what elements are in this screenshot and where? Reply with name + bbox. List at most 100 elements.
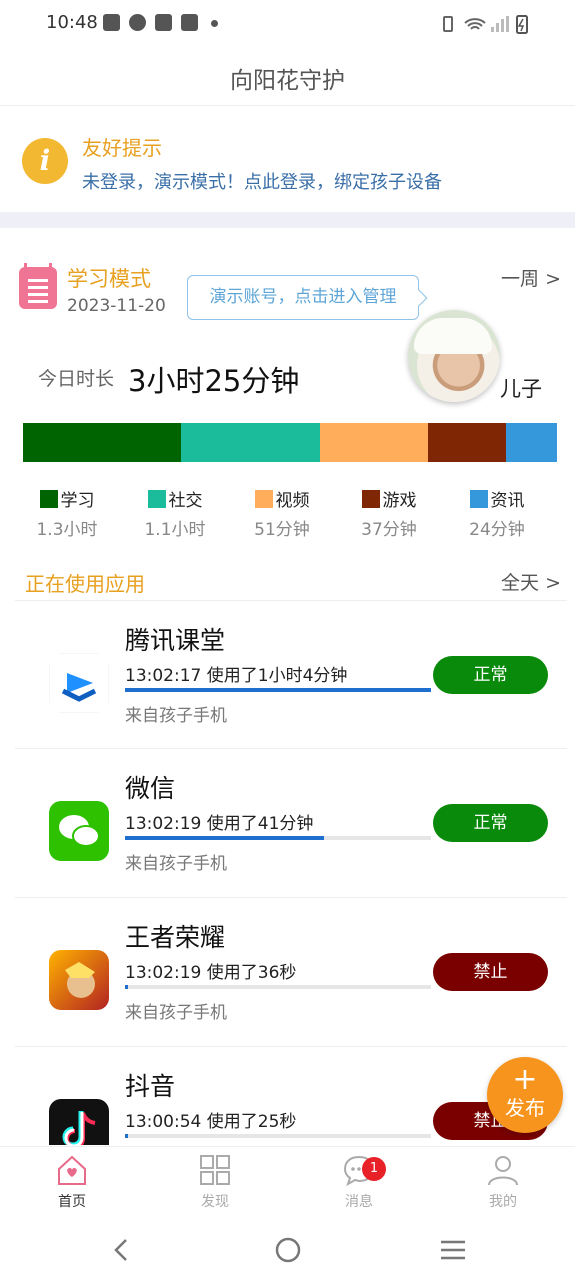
tab-mine-label: 我的 bbox=[489, 1194, 517, 1210]
wechat-icon bbox=[49, 801, 109, 861]
legend-label: 学习 bbox=[60, 491, 95, 511]
mode-label[interactable]: 学习模式 bbox=[67, 263, 151, 293]
plus-icon: + bbox=[512, 1062, 538, 1097]
unread-badge: 1 bbox=[362, 1157, 386, 1181]
legend-label: 游戏 bbox=[382, 491, 417, 511]
usage-stacked-bar bbox=[23, 423, 558, 462]
legend-value: 24分钟 bbox=[469, 520, 525, 540]
tab-mine[interactable]: 我的 bbox=[458, 1153, 548, 1211]
system-status-icons bbox=[443, 15, 528, 34]
legend-value: 37分钟 bbox=[361, 520, 417, 540]
legend-item: 资讯 24分钟 bbox=[452, 486, 542, 540]
legend-item: 视频 51分钟 bbox=[237, 486, 327, 540]
demo-account-tip[interactable]: 演示账号，点击进入管理 bbox=[187, 275, 419, 320]
notice-message[interactable]: 未登录，演示模式！点此登录，绑定孩子设备 bbox=[82, 168, 442, 194]
notification-mail-icon bbox=[181, 14, 198, 31]
app-status-button[interactable]: 禁止 bbox=[433, 953, 548, 991]
usage-progress-fill bbox=[125, 1134, 129, 1138]
user-icon bbox=[488, 1156, 518, 1186]
usage-progress-track bbox=[125, 1134, 431, 1138]
today-duration: 3小时25分钟 bbox=[128, 364, 300, 398]
app-status-button[interactable]: 正常 bbox=[433, 656, 548, 694]
usage-progress-fill bbox=[125, 688, 431, 692]
tab-home-label: 首页 bbox=[58, 1194, 86, 1210]
usage-progress-track bbox=[125, 836, 431, 840]
legend-value: 1.3小时 bbox=[36, 520, 98, 540]
honor-of-kings-icon bbox=[49, 950, 109, 1010]
app-name: 抖音 bbox=[125, 1072, 176, 1101]
usage-segment bbox=[320, 423, 429, 462]
legend-swatch bbox=[469, 490, 488, 508]
usage-progress-track bbox=[125, 688, 431, 692]
douyin-icon bbox=[49, 1099, 109, 1145]
tab-messages-label: 消息 bbox=[345, 1194, 373, 1210]
usage-segment bbox=[428, 423, 507, 462]
app-source: 来自孩子手机 bbox=[125, 706, 227, 726]
legend-value: 51分钟 bbox=[254, 520, 310, 540]
child-name: 儿子 bbox=[500, 377, 542, 401]
usage-segment bbox=[23, 423, 182, 462]
usage-segment bbox=[506, 423, 558, 462]
app-usage-text: 13:02:17 使用了1小时4分钟 bbox=[125, 666, 348, 686]
legend-label: 资讯 bbox=[490, 491, 525, 511]
legend-swatch bbox=[39, 490, 58, 508]
notification-app-icon bbox=[129, 14, 146, 31]
app-source: 来自孩子手机 bbox=[125, 854, 227, 874]
publish-button[interactable]: + 发布 bbox=[487, 1057, 563, 1133]
app-usage-text: 13:00:54 使用了25秒 bbox=[125, 1112, 297, 1132]
legend-label: 社交 bbox=[168, 491, 203, 511]
publish-label: 发布 bbox=[505, 1096, 545, 1120]
bottom-tab-bar: 首页 发现 1 消息 我的 bbox=[0, 1146, 575, 1220]
app-status-button[interactable]: 正常 bbox=[433, 804, 548, 842]
home-icon bbox=[58, 1155, 86, 1185]
legend-swatch bbox=[361, 490, 380, 508]
more-notifications-icon bbox=[211, 20, 218, 27]
notice-title: 友好提示 bbox=[82, 136, 162, 160]
tab-discover[interactable]: 发现 bbox=[170, 1153, 260, 1211]
apps-section-title: 正在使用应用 bbox=[25, 572, 145, 596]
usage-progress-fill bbox=[125, 836, 324, 840]
child-avatar[interactable] bbox=[408, 310, 500, 402]
app-usage-row[interactable]: 抖音13:00:54 使用了25秒来自孩子手机禁止 bbox=[15, 1046, 567, 1145]
grid-icon bbox=[200, 1155, 230, 1185]
legend-item: 学习 1.3小时 bbox=[22, 486, 112, 540]
menu-icon[interactable] bbox=[439, 1238, 467, 1262]
back-icon[interactable] bbox=[110, 1238, 134, 1262]
system-nav-bar bbox=[0, 1220, 575, 1280]
legend-label: 视频 bbox=[275, 491, 310, 511]
tab-home[interactable]: 首页 bbox=[27, 1153, 117, 1211]
app-usage-text: 13:02:19 使用了36秒 bbox=[125, 963, 297, 983]
legend-swatch bbox=[147, 490, 166, 508]
legend-swatch bbox=[254, 490, 273, 508]
usage-legend: 学习 1.3小时 社交 1.1小时 视频 51分钟 游戏 37分钟 资讯 24分钟 bbox=[22, 486, 557, 540]
legend-item: 游戏 37分钟 bbox=[344, 486, 434, 540]
section-divider bbox=[0, 212, 575, 228]
legend-value: 1.1小时 bbox=[144, 520, 206, 540]
all-day-filter[interactable]: 全天 > bbox=[501, 568, 561, 595]
status-time: 10:48 bbox=[46, 12, 98, 33]
app-usage-row[interactable]: 腾讯课堂 13:02:17 使用了1小时4分钟 来自孩子手机 正常 bbox=[15, 600, 567, 748]
app-usage-text: 13:02:19 使用了41分钟 bbox=[125, 814, 314, 834]
app-name: 微信 bbox=[125, 774, 176, 803]
notification-app-icon bbox=[103, 14, 120, 31]
app-name: 王者荣耀 bbox=[125, 923, 226, 952]
legend-item: 社交 1.1小时 bbox=[130, 486, 220, 540]
login-notice[interactable]: i 友好提示 未登录，演示模式！点此登录，绑定孩子设备 bbox=[0, 106, 575, 212]
week-link[interactable]: 一周 > bbox=[501, 264, 561, 291]
app-source: 来自孩子手机 bbox=[125, 1003, 227, 1023]
tencent-classroom-icon bbox=[49, 653, 109, 713]
usage-progress-fill bbox=[125, 985, 129, 989]
usage-progress-track bbox=[125, 985, 431, 989]
app-usage-row[interactable]: 王者荣耀 13:02:19 使用了36秒 来自孩子手机 禁止 bbox=[15, 897, 567, 1045]
notification-mail-icon bbox=[155, 14, 172, 31]
summary-date: 2023-11-20 bbox=[67, 296, 166, 316]
app-usage-row[interactable]: 微信 13:02:19 使用了41分钟 来自孩子手机 正常 bbox=[15, 748, 567, 896]
home-circle-icon[interactable] bbox=[274, 1236, 302, 1264]
status-bar: 10:48 bbox=[0, 0, 575, 48]
page-title: 向阳花守护 bbox=[0, 56, 575, 106]
tab-messages[interactable]: 1 消息 bbox=[314, 1153, 404, 1211]
usage-segment bbox=[181, 423, 321, 462]
today-label: 今日时长 bbox=[38, 368, 115, 390]
calendar-icon bbox=[19, 263, 57, 309]
tab-discover-label: 发现 bbox=[201, 1194, 229, 1210]
